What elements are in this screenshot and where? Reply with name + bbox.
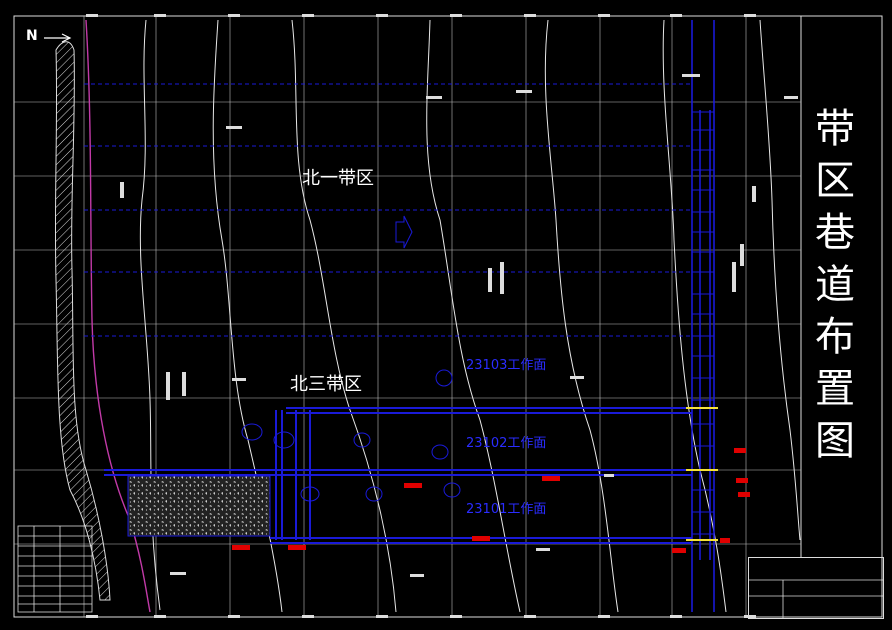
goaf-area: [127, 475, 271, 537]
drawing-title-char-5: 布: [815, 314, 855, 360]
north-arrow-icon: [44, 33, 72, 43]
planned-roadways-north-one: [84, 83, 690, 337]
drawing-title-char-1: 带: [815, 106, 855, 152]
face-label-23101: 23101工作面: [466, 502, 547, 517]
drawing-title-char-3: 巷: [815, 210, 855, 256]
drawing-title-char-6: 置: [815, 366, 855, 412]
north-label: N: [26, 28, 38, 44]
drawing-title-char-2: 区: [815, 158, 855, 204]
zone-label-north-one: 北一带区: [302, 168, 374, 189]
zone-label-north-three: 北三带区: [290, 374, 362, 395]
hatched-outcrop-zone: [54, 41, 111, 601]
title-block-grid: [749, 579, 883, 618]
main-roadways: [691, 20, 715, 612]
mine-roadway-layout-drawing: [13, 14, 883, 618]
face-label-23103: 23103工作面: [466, 358, 547, 373]
drawing-title-char-7: 图: [815, 418, 855, 464]
borehole-symbols: [241, 215, 461, 502]
title-block: [748, 557, 884, 619]
legend-table: [17, 525, 93, 613]
face-label-23102: 23102工作面: [466, 436, 547, 451]
drawing-title-char-4: 道: [815, 262, 855, 308]
